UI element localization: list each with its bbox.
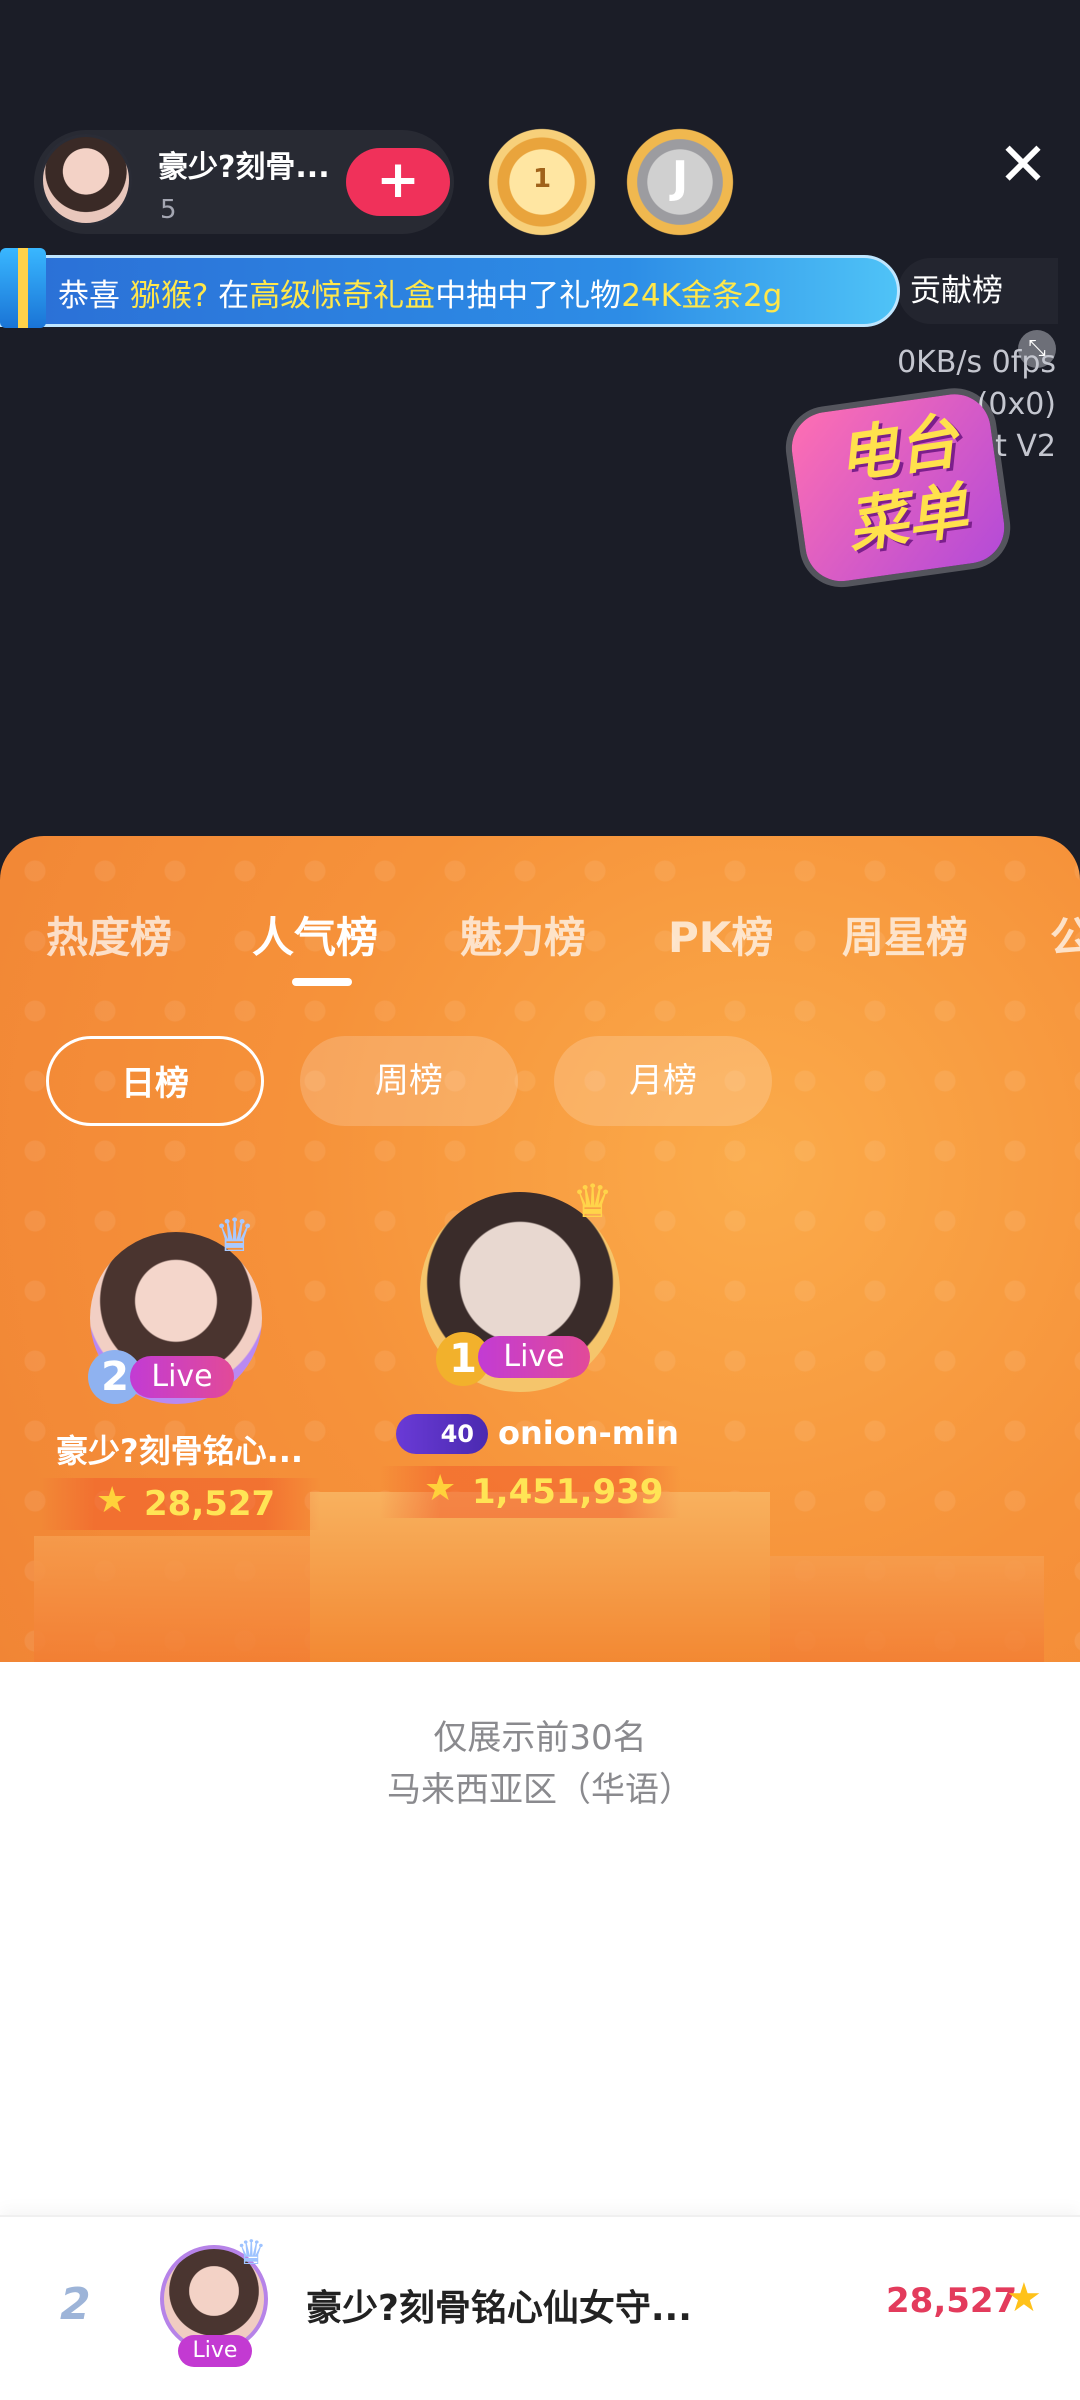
podium-third-block <box>770 1556 1044 1666</box>
level-badge: 40 <box>396 1414 488 1454</box>
period-weekly-button[interactable]: 周榜 <box>300 1036 518 1126</box>
banner-prefix: 恭喜 <box>58 278 130 314</box>
first-live-tag: Live <box>478 1336 590 1378</box>
my-ranking-row[interactable]: 2 ♛ Live 豪少?刻骨铭心仙女守... 28,527 ★ <box>0 2215 1080 2400</box>
tab-popularity[interactable]: 人气榜 <box>252 904 378 965</box>
gift-announcement-text: 恭喜 猕猴? 在高级惊奇礼盒中抽中了礼物24K金条2g <box>58 270 782 315</box>
my-rank-number: 2 <box>60 2279 91 2330</box>
tab-more[interactable]: 公 <box>1050 904 1080 965</box>
ranking-panel: 热度榜 人气榜 魅力榜 PK榜 周星榜 公 日榜 周榜 月榜 ♛ 2 Live … <box>0 836 1080 1666</box>
follow-button[interactable]: + <box>346 148 450 216</box>
medal-letter-label: J <box>671 152 689 203</box>
rank-medal-silver[interactable]: J <box>620 122 740 242</box>
tab-weekly-star[interactable]: 周星榜 <box>842 904 968 965</box>
banner-gift-name: 24K金条2g <box>621 278 783 314</box>
star-icon: ★ <box>424 1468 457 1509</box>
my-live-tag: Live <box>178 2335 252 2367</box>
banner-user: 猕猴? <box>129 278 209 314</box>
ranking-limit-note: 仅展示前30名 <box>433 1718 647 1758</box>
podium-first-block <box>310 1492 770 1666</box>
medal-rank-label: 1 <box>532 164 552 194</box>
first-place-name: onion-min <box>498 1414 679 1452</box>
banner-box-name: 高级惊奇礼盒 <box>249 278 436 314</box>
banner-mid: 在 <box>208 278 250 314</box>
ranking-info: 仅展示前30名 马来西亚区（华语） <box>0 1712 1080 1816</box>
radio-menu-badge-text: 电台 菜单 <box>799 401 1007 566</box>
gift-box-icon <box>0 248 46 328</box>
active-tab-indicator <box>292 978 352 986</box>
stats-bitrate: 0KB/s 0fps <box>897 345 1056 380</box>
host-avatar[interactable] <box>40 134 132 226</box>
host-viewer-count: 5 <box>160 195 177 225</box>
second-place-score: 28,527 <box>144 1484 276 1524</box>
banner-mid2: 中抽中了礼物 <box>435 278 622 314</box>
star-icon: ★ <box>1006 2275 1042 2321</box>
podium-second-block <box>34 1536 334 1666</box>
crown-icon: ♛ <box>214 1208 256 1262</box>
tab-hot[interactable]: 热度榜 <box>46 904 172 965</box>
second-live-tag: Live <box>130 1356 234 1398</box>
host-name: 豪少?刻骨... <box>158 150 330 185</box>
period-daily-button[interactable]: 日榜 <box>46 1036 264 1126</box>
star-icon: ★ <box>96 1480 129 1521</box>
contribution-ranking-button[interactable]: 贡献榜 <box>898 258 1058 324</box>
tab-pk[interactable]: PK榜 <box>668 904 773 965</box>
radio-menu-badge[interactable]: 电台 菜单 <box>766 376 1040 599</box>
crown-icon: ♛ <box>236 2233 267 2273</box>
rank-medal-gold[interactable]: 1 <box>482 122 602 242</box>
first-place-score: 1,451,939 <box>472 1472 664 1512</box>
second-place-name: 豪少?刻骨铭心... <box>56 1432 304 1470</box>
ranking-tabs: 热度榜 人气榜 魅力榜 PK榜 周星榜 公 <box>0 904 1080 964</box>
my-score: 28,527 <box>886 2281 1018 2321</box>
my-name: 豪少?刻骨铭心仙女守... <box>306 2288 692 2329</box>
crown-icon: ♛ <box>572 1174 614 1228</box>
tab-charm[interactable]: 魅力榜 <box>460 904 586 965</box>
period-monthly-button[interactable]: 月榜 <box>554 1036 772 1126</box>
close-icon[interactable]: ✕ <box>988 130 1058 200</box>
ranking-region: 马来西亚区（华语） <box>387 1770 693 1810</box>
